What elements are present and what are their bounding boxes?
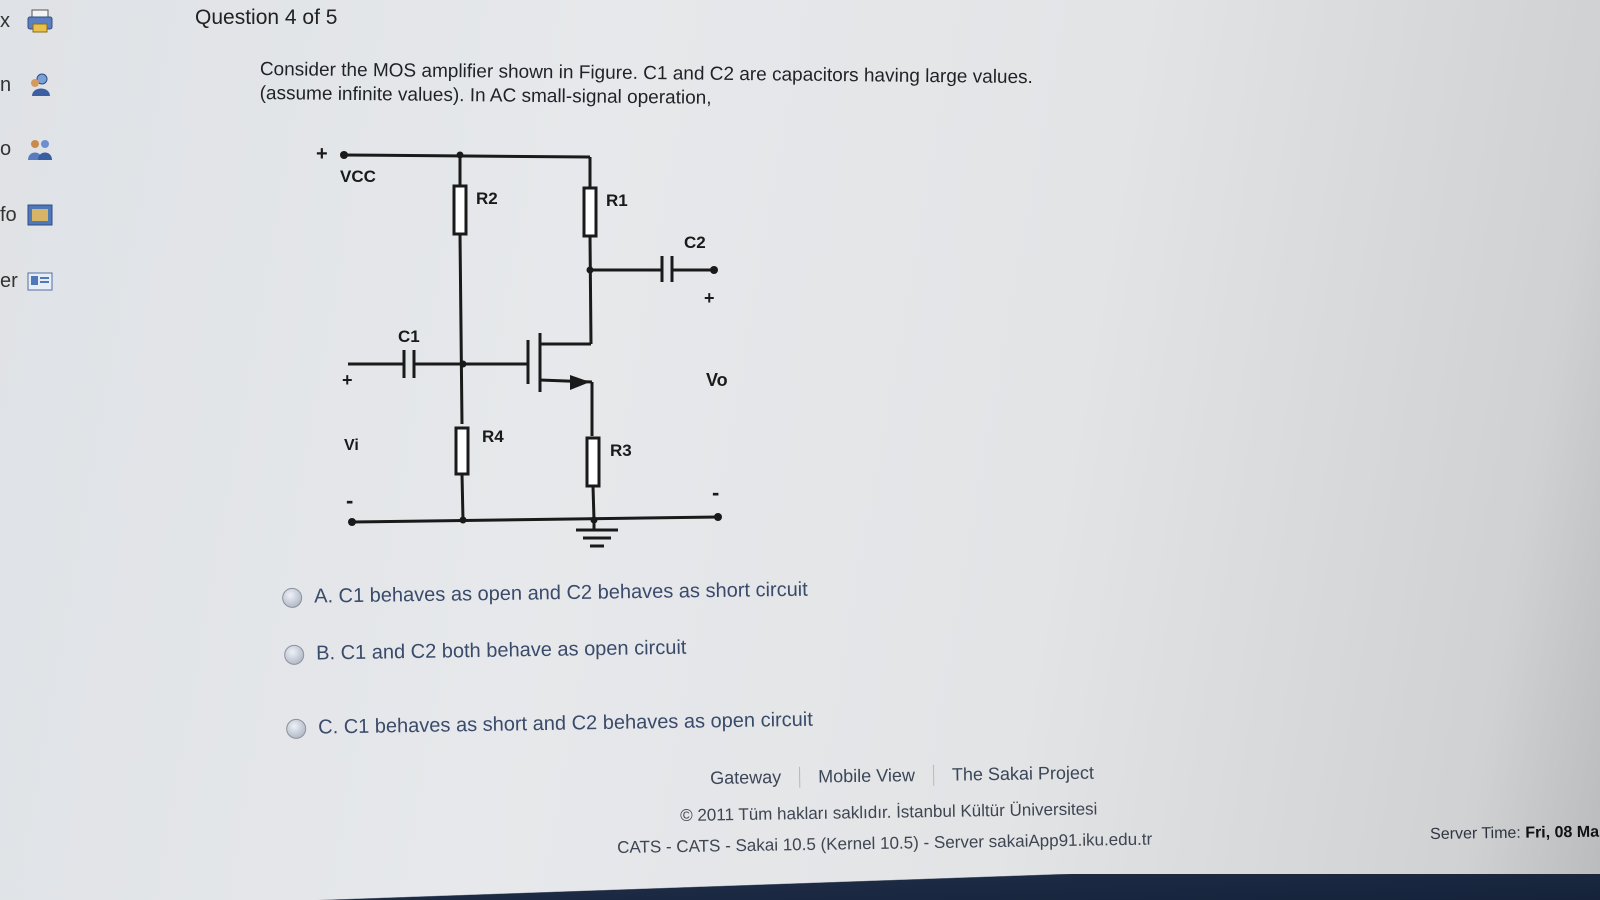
option-c-label: C. C1 behaves as short and C2 behaves as… (317, 708, 814, 739)
group-icon (28, 140, 52, 160)
option-c[interactable]: C. C1 behaves as short and C2 behaves as… (286, 709, 813, 740)
footer-link-sakai-project[interactable]: The Sakai Project (934, 762, 1112, 785)
option-a-label: A. C1 behaves as open and C2 behaves as … (313, 578, 808, 608)
sidebar-item-5[interactable]: er (0, 264, 70, 304)
c2-label: C2 (684, 233, 706, 252)
sidebar-item-1[interactable]: x (0, 4, 70, 44)
sidebar-item-label: o (0, 138, 12, 160)
vi-plus-label: + (342, 370, 353, 390)
vcc-label: VCC (340, 167, 376, 186)
vi-label: Vi (344, 437, 359, 454)
option-a[interactable]: A. C1 behaves as open and C2 behaves as … (282, 579, 808, 609)
vcc-plus-label: + (316, 143, 328, 165)
footer-link-gateway[interactable]: Gateway (710, 766, 801, 789)
server-time-value: Fri, 08 Ma (1525, 823, 1600, 842)
r3-label: R3 (610, 441, 632, 460)
option-b[interactable]: B. C1 and C2 both behave as open circuit (284, 637, 687, 666)
circuit-diagram: + VCC R2 R1 C2 + Vo - C1 + Vi - R4 R3 (316, 143, 728, 548)
option-a-radio[interactable] (282, 587, 303, 608)
footer-build-info: CATS - CATS - Sakai 10.5 (Kernel 10.5) -… (617, 829, 1153, 857)
r2-label: R2 (476, 189, 498, 208)
sidebar-item-label: er (0, 270, 18, 292)
tool-sidebar: x n o fo er (0, 0, 70, 900)
os-taskbar (0, 874, 1600, 900)
print-icon (27, 9, 53, 33)
vo-label: Vo (706, 370, 728, 390)
users-icon (31, 73, 50, 96)
footer-copyright: © 2011 Tüm hakları saklıdır. İstanbul Kü… (680, 799, 1098, 825)
sidebar-item-label: n (0, 74, 12, 96)
circuit-wires (343, 153, 719, 548)
sidebar-item-4[interactable]: fo (0, 198, 70, 238)
question-title: Question 4 of 5 (195, 6, 338, 29)
circuit-labels: + VCC R2 R1 C2 + Vo - C1 + Vi - R4 R3 (316, 143, 728, 513)
r4-label: R4 (482, 427, 504, 446)
option-c-radio[interactable] (286, 718, 307, 739)
sidebar-item-label: fo (0, 204, 17, 226)
sidebar-item-2[interactable]: n (0, 68, 70, 108)
option-b-radio[interactable] (284, 644, 305, 665)
footer-link-mobile-view[interactable]: Mobile View (800, 764, 935, 788)
vi-minus-label: - (346, 488, 353, 513)
question-text: Consider the MOS amplifier shown in Figu… (259, 58, 1159, 115)
option-b-label: B. C1 and C2 both behave as open circuit (315, 636, 687, 665)
server-time-label: Server Time: (1430, 824, 1521, 843)
mosfet-arrow (570, 375, 590, 390)
roster-icon (27, 272, 53, 291)
sidebar-item-3[interactable]: o (0, 132, 70, 172)
sidebar-item-label: x (0, 10, 10, 32)
vo-minus-label: - (712, 480, 719, 505)
server-time: Server Time: Fri, 08 Ma (1430, 824, 1599, 844)
vo-plus-label: + (704, 288, 715, 308)
footer-links: Gateway Mobile View The Sakai Project (710, 762, 1112, 789)
c1-label: C1 (398, 327, 420, 346)
folder-icon (27, 204, 53, 226)
r1-label: R1 (606, 191, 628, 210)
